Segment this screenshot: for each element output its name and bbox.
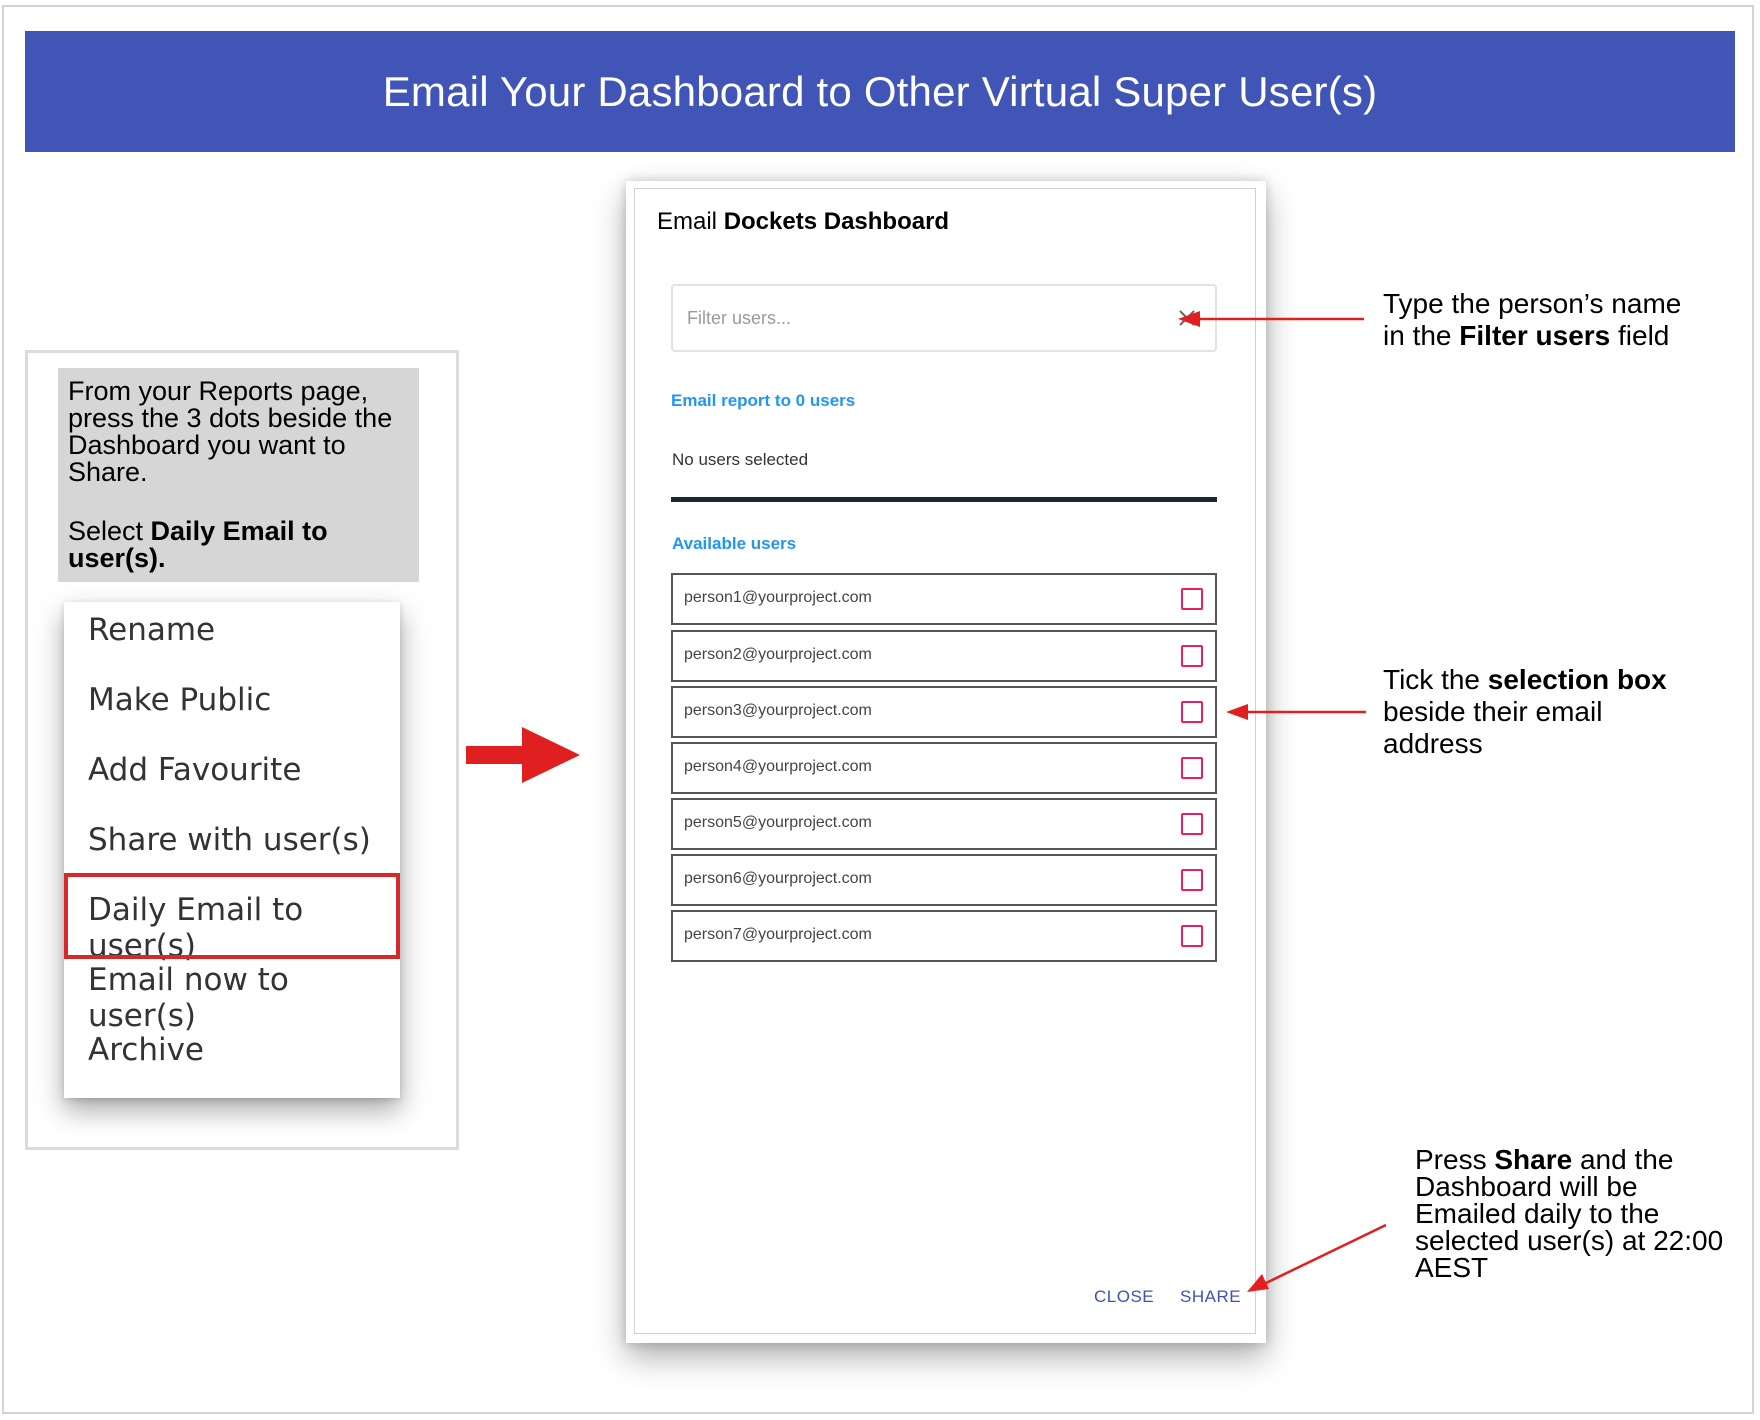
- user-select-checkbox[interactable]: [1181, 701, 1203, 723]
- callout-share: Press Share and the Dashboard will be Em…: [1415, 1144, 1724, 1283]
- callout-selection-box: Tick the selection box beside their emai…: [1383, 664, 1667, 759]
- available-users-heading: Available users: [672, 534, 797, 553]
- close-button[interactable]: CLOSE: [1094, 1287, 1154, 1307]
- filter-users-input[interactable]: [687, 300, 1157, 336]
- instruction-step-2: Select Daily Email to user(s).: [68, 516, 328, 573]
- email-count-label: Email report to 0 users: [671, 391, 856, 410]
- user-select-checkbox[interactable]: [1181, 757, 1203, 779]
- share-button[interactable]: SHARE: [1180, 1287, 1241, 1307]
- user-row: person1@yourproject.com: [671, 573, 1217, 625]
- menu-item-share-with-users[interactable]: Share with user(s): [88, 822, 371, 858]
- user-email: person5@yourproject.com: [684, 814, 872, 831]
- user-row: person5@yourproject.com: [671, 798, 1217, 850]
- user-email: person6@yourproject.com: [684, 870, 872, 887]
- user-email: person1@yourproject.com: [684, 589, 872, 606]
- instruction-step-1: From your Reports page, press the 3 dots…: [68, 376, 393, 487]
- user-row: person2@yourproject.com: [671, 630, 1217, 682]
- menu-item-add-favourite[interactable]: Add Favourite: [88, 752, 301, 788]
- dashboard-context-menu: Rename Make Public Add Favourite Share w…: [64, 602, 400, 1098]
- clear-icon[interactable]: [1175, 306, 1199, 330]
- user-select-checkbox[interactable]: [1181, 588, 1203, 610]
- no-users-selected-label: No users selected: [672, 450, 809, 469]
- user-email: person4@yourproject.com: [684, 758, 872, 775]
- user-row: person7@yourproject.com: [671, 910, 1217, 962]
- instruction-box: From your Reports page, press the 3 dots…: [58, 368, 419, 582]
- user-row: person6@yourproject.com: [671, 854, 1217, 906]
- user-select-checkbox[interactable]: [1181, 645, 1203, 667]
- arrow-right-icon: [466, 727, 580, 783]
- user-email: person3@yourproject.com: [684, 702, 872, 719]
- menu-item-archive[interactable]: Archive: [88, 1032, 204, 1068]
- page-title-banner: Email Your Dashboard to Other Virtual Su…: [25, 31, 1735, 152]
- user-select-checkbox[interactable]: [1181, 869, 1203, 891]
- page-title: Email Your Dashboard to Other Virtual Su…: [382, 67, 1378, 115]
- dialog-title: Email Dockets Dashboard: [657, 208, 950, 235]
- filter-users-field: [671, 284, 1217, 352]
- user-select-checkbox[interactable]: [1181, 925, 1203, 947]
- menu-item-make-public[interactable]: Make Public: [88, 682, 271, 718]
- user-email: person7@yourproject.com: [684, 926, 872, 943]
- selected-users-divider: [671, 497, 1217, 502]
- user-email: person2@yourproject.com: [684, 646, 872, 663]
- menu-item-email-now[interactable]: Email now to user(s): [88, 962, 400, 1034]
- user-row: person4@yourproject.com: [671, 742, 1217, 794]
- user-row: person3@yourproject.com: [671, 686, 1217, 738]
- menu-item-rename[interactable]: Rename: [88, 612, 215, 648]
- menu-item-highlight: [64, 873, 400, 959]
- callout-filter-users: Type the person’s name in the Filter use…: [1383, 288, 1682, 351]
- user-select-checkbox[interactable]: [1181, 813, 1203, 835]
